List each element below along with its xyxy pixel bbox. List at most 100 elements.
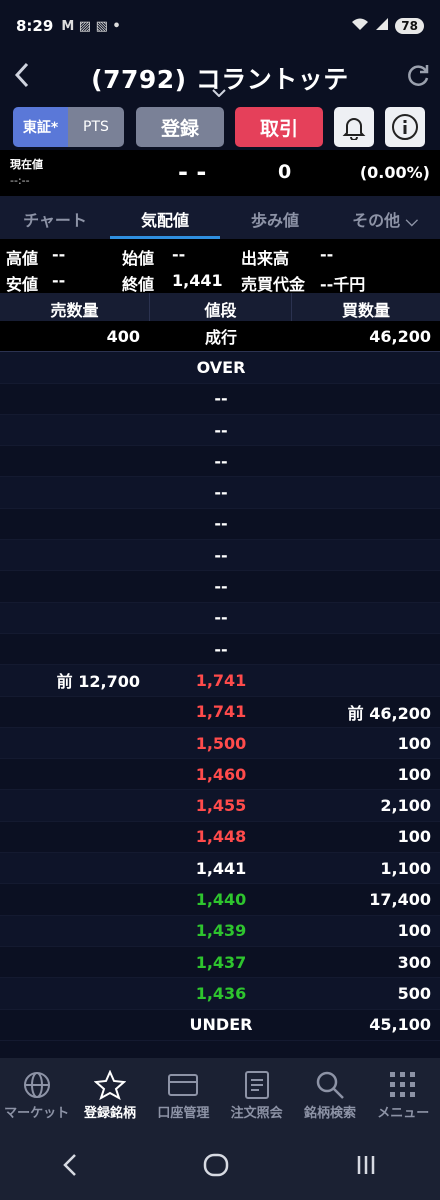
price-level: UNDER [189,1015,253,1035]
info-icon [392,114,418,140]
book-row[interactable]: 1,439 100 [0,915,440,947]
book-row[interactable]: -- [0,540,440,572]
price-level: 1,741 [195,702,247,722]
buy-qty: 17,400 [369,889,431,909]
system-back-button[interactable] [62,1153,78,1181]
card-icon [167,1068,199,1102]
wifi-icon [351,17,369,35]
nav-account-label: 口座管理 [157,1106,210,1121]
book-row[interactable]: 1,455 2,100 [0,790,440,822]
refresh-icon [408,64,429,86]
book-row[interactable]: -- [0,477,440,509]
bottom-nav: マーケット 登録銘柄 口座管理 注文照会 銘柄検索 メニュー [0,1058,440,1134]
bell-icon [342,118,366,140]
book-row[interactable]: 1,436 500 [0,978,440,1010]
price-summary: 現在値 --:-- - - 0 (0.00%) [0,150,440,196]
turnover-label: 売買代金 [241,275,306,294]
book-row[interactable]: -- [0,509,440,541]
system-nav-bar [0,1134,440,1200]
price-level: 1,500 [195,733,247,753]
buy-qty: 100 [397,921,431,941]
open-value: -- [172,245,186,264]
book-row[interactable]: UNDER 45,100 [0,1010,440,1041]
refresh-button[interactable] [396,62,440,95]
nav-search[interactable]: 銘柄検索 [293,1058,366,1134]
price-level: 1,440 [195,889,247,909]
nav-search-label: 銘柄検索 [303,1106,356,1121]
current-price-label: 現在値 [10,158,43,171]
book-row[interactable]: 1,500 100 [0,727,440,760]
alert-button[interactable] [334,107,374,147]
buy-qty: 100 [397,733,431,753]
register-button[interactable]: 登録 [136,107,224,147]
price-level: -- [214,420,228,440]
open-label: 始値 [122,249,155,268]
buy-qty: 100 [397,764,431,784]
system-recents-button[interactable] [354,1153,378,1181]
low-value: -- [52,271,66,290]
nav-orders-label: 注文照会 [230,1106,283,1121]
trade-button[interactable]: 取引 [235,107,323,147]
volume-value: -- [320,245,334,264]
book-row[interactable]: 1,741 前 46,200 [0,697,440,728]
book-row[interactable]: 1,437 300 [0,947,440,979]
tab-quotes[interactable]: 気配値 [110,196,220,239]
tab-trades[interactable]: 歩み値 [220,196,330,239]
price-level: 1,460 [195,764,247,784]
buy-qty-header: 買数量 [341,301,390,320]
back-button[interactable] [0,61,44,96]
star-icon [93,1068,126,1102]
book-row[interactable]: 1,440 17,400 [0,884,440,916]
buy-qty: 45,100 [369,1015,431,1035]
document-icon [243,1068,271,1102]
info-button[interactable] [385,107,425,147]
clock: 8:29 [16,17,54,35]
book-row[interactable]: 前 12,700 1,741 [0,665,440,697]
nav-watchlist[interactable]: 登録銘柄 [73,1058,146,1134]
nav-menu[interactable]: メニュー [367,1058,440,1134]
title-bar: (7792) コラントッテ [0,52,440,104]
system-home-button[interactable] [203,1152,229,1182]
price-change: 0 [278,161,292,183]
market-pts-button[interactable]: PTS [68,107,124,147]
nav-watchlist-label: 登録銘柄 [83,1106,136,1121]
nav-account[interactable]: 口座管理 [147,1058,220,1134]
low-label: 安値 [6,275,39,294]
book-row[interactable]: OVER [0,352,440,384]
book-row[interactable]: -- [0,634,440,666]
price-change-percent: (0.00%) [359,163,430,182]
book-row[interactable]: 400 成行 46,200 [0,321,440,353]
price-level: -- [214,389,228,409]
book-row[interactable]: 1,441 1,100 [0,853,440,885]
price-header: 値段 [150,293,292,321]
market-tse-button[interactable]: 東証* [13,107,68,147]
buy-qty: 100 [397,827,431,847]
book-row[interactable]: 1,448 100 [0,822,440,854]
price-level: -- [214,483,228,503]
home-circle-icon [203,1153,229,1177]
book-row[interactable]: -- [0,384,440,415]
price-level: 1,437 [195,952,247,972]
signal-icon [375,17,389,35]
order-book-header: 売数量 値段 買数量 [0,293,440,321]
chevron-down-icon[interactable] [212,86,226,100]
high-value: -- [52,245,66,264]
price-level: -- [214,545,228,565]
high-label: 高値 [6,249,39,268]
book-row[interactable]: -- [0,602,440,634]
notification-icons: M ▨ ▧ • [61,18,121,34]
price-level: OVER [196,357,246,377]
recents-icon [357,1156,374,1174]
sell-qty: 400 [106,326,140,346]
price-level: -- [214,577,228,597]
book-row[interactable]: -- [0,414,440,447]
nav-market[interactable]: マーケット [0,1058,73,1134]
book-row[interactable]: 1,460 100 [0,759,440,791]
book-row[interactable]: -- [0,571,440,603]
tab-chart[interactable]: チャート [0,196,110,239]
tab-other[interactable]: その他 ⌵ [330,196,440,239]
book-row[interactable]: -- [0,446,440,478]
nav-orders[interactable]: 注文照会 [220,1058,293,1134]
order-book: 400 成行 46,200 OVER -- -- -- -- -- -- -- -- -- 前 12,70… [0,321,440,1041]
current-price: - - [178,158,207,186]
